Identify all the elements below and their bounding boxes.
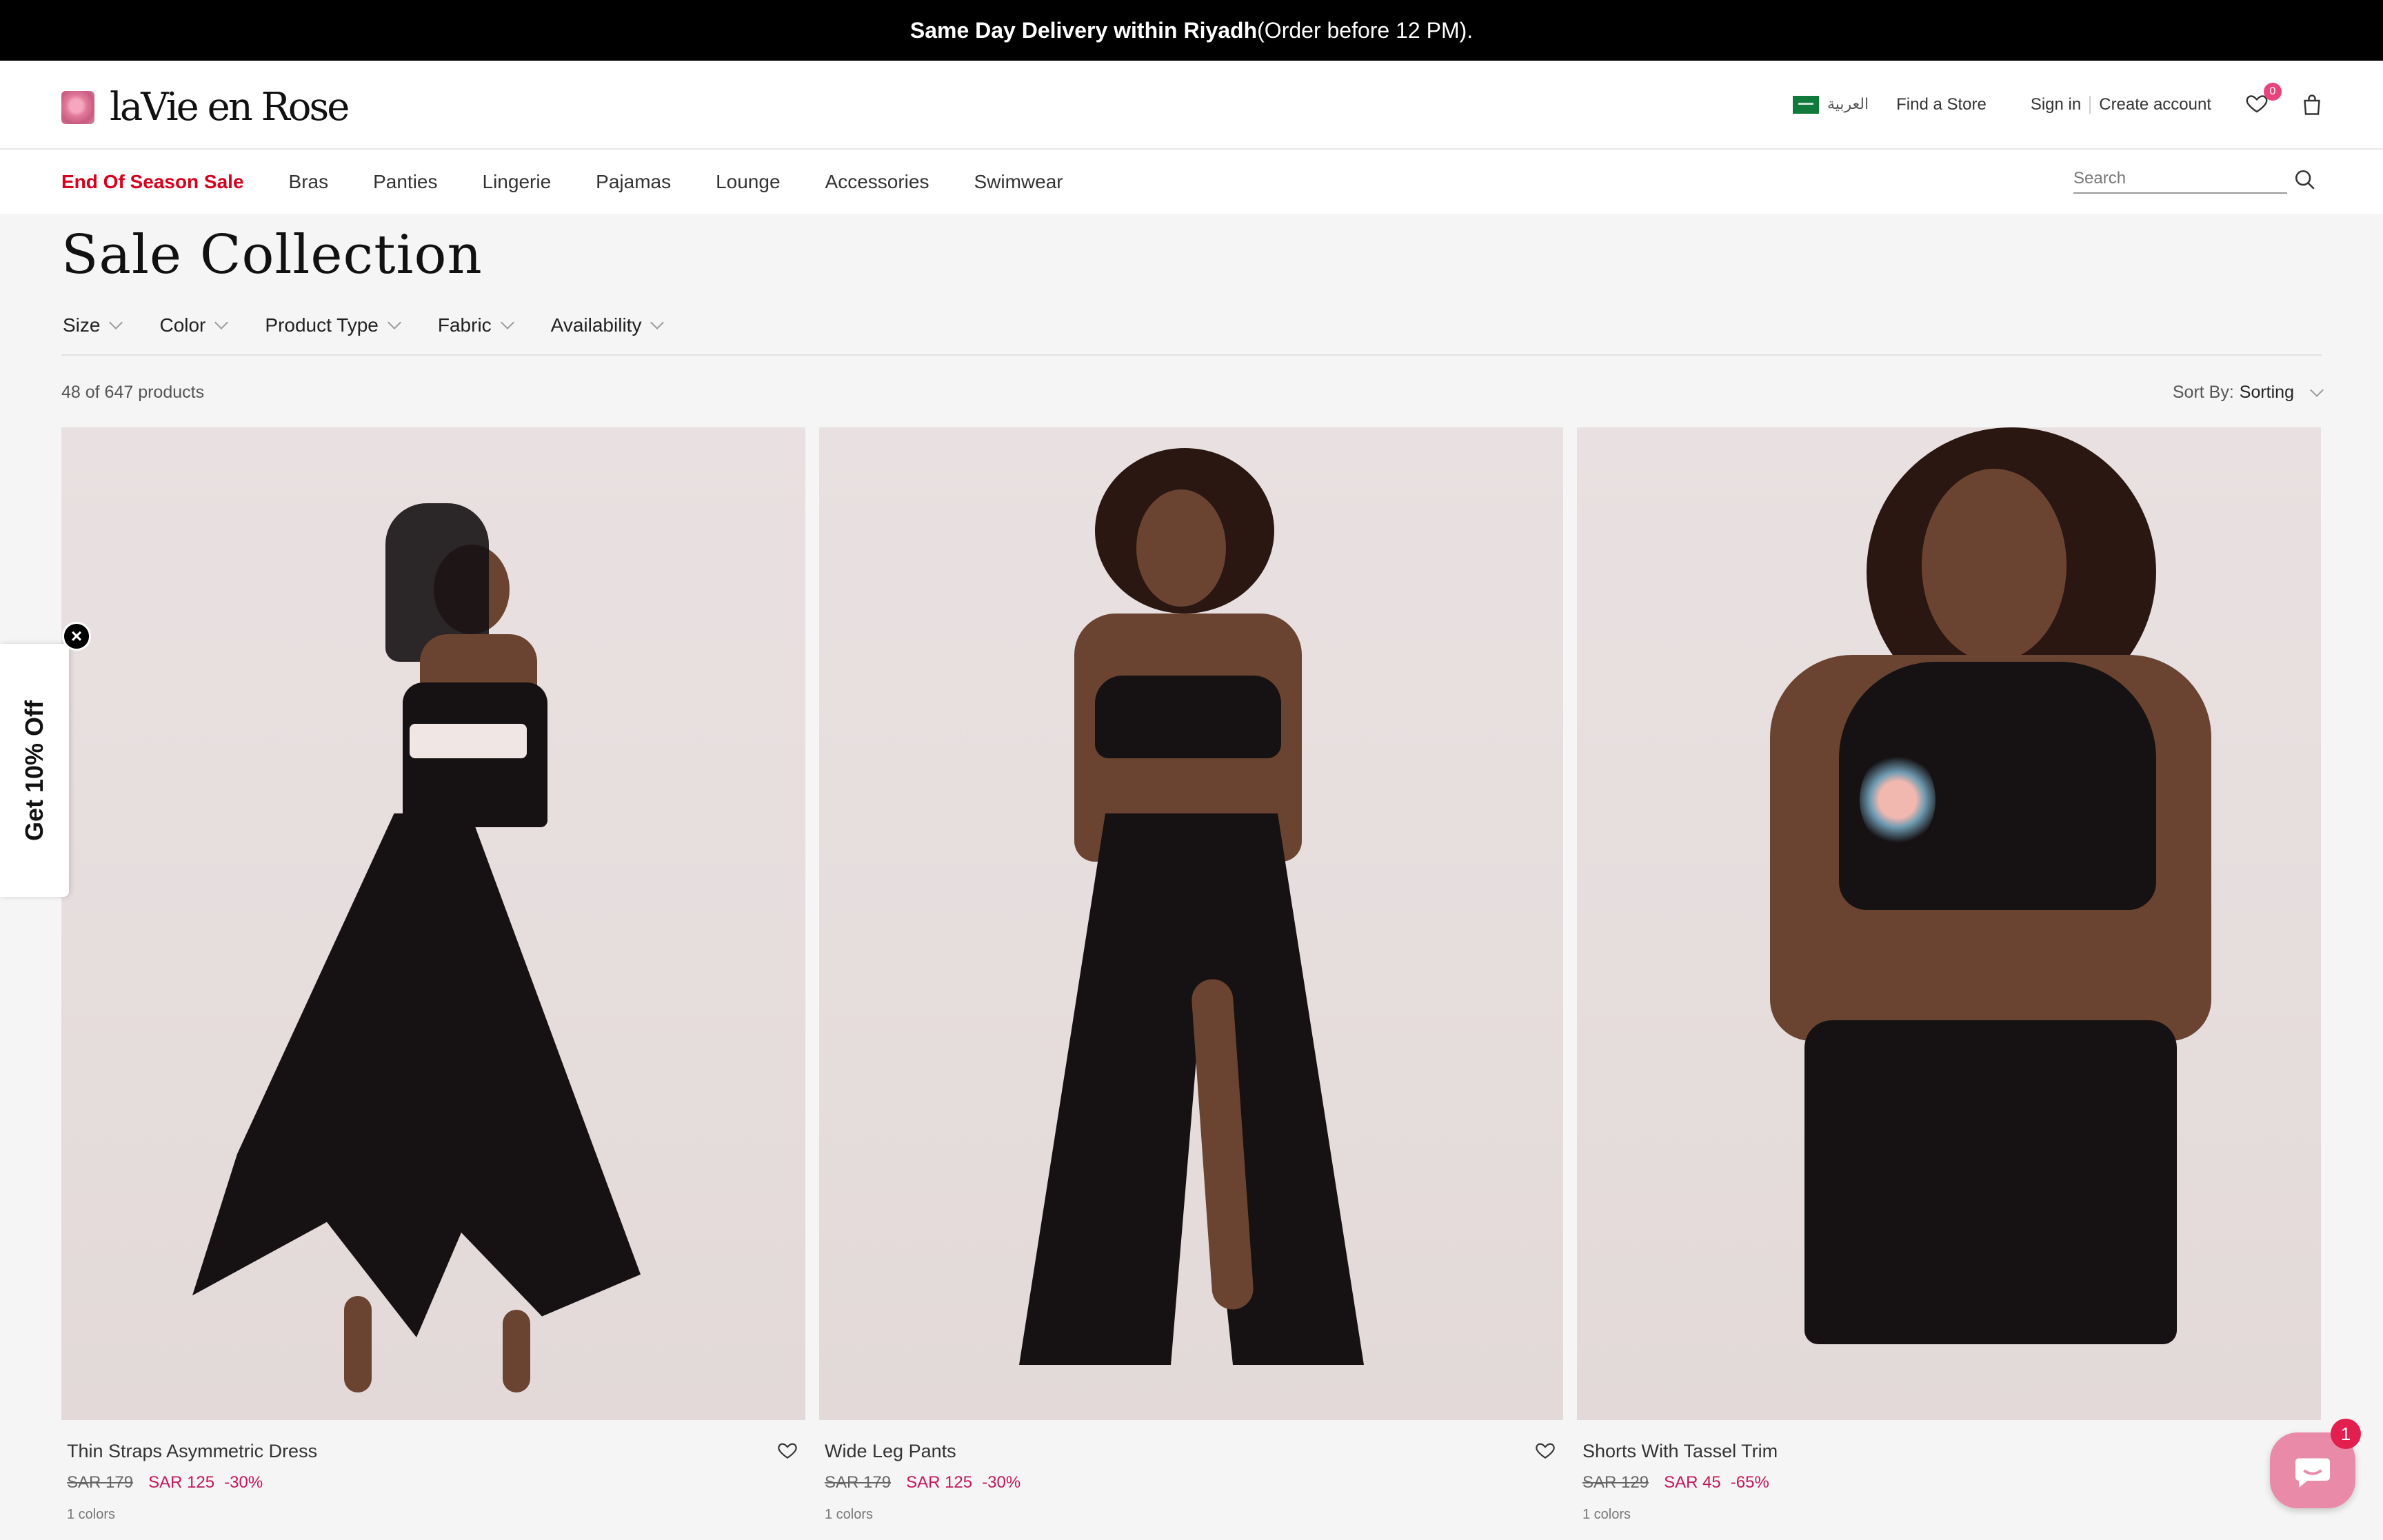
filter-color[interactable]: Color [159,314,229,336]
product-name[interactable]: Thin Straps Asymmetric Dress [67,1441,317,1462]
sign-in-link[interactable]: Sign in [2031,95,2081,114]
search-icon[interactable] [2293,168,2317,192]
sale-price: SAR 45 [1664,1473,1721,1492]
original-price: SAR 179 [67,1473,134,1492]
nav-item-lounge[interactable]: Lounge [716,171,780,193]
product-count: 48 of 647 products [61,383,205,402]
discount-promo-tab[interactable]: Get 10% Off [0,644,69,897]
cart-button[interactable] [2300,92,2324,117]
filter-label: Availability [550,314,642,336]
original-price: SAR 129 [1582,1473,1649,1492]
nav-item-swimwear[interactable]: Swimwear [974,171,1063,193]
page-title: Sale Collection [61,224,483,286]
nav-item-accessories[interactable]: Accessories [825,171,929,193]
close-icon[interactable]: × [62,622,91,651]
discount-badge: -30% [982,1473,1021,1492]
filter-size[interactable]: Size [63,314,123,336]
nav-item-panties[interactable]: Panties [373,171,437,193]
color-count: 1 colors [825,1507,874,1522]
chevron-down-icon [500,316,514,330]
chevron-down-icon [650,316,665,330]
announcement-bold: Same Day Delivery within Riyadh [909,17,1258,43]
product-image[interactable] [1577,427,2321,1420]
color-count: 1 colors [67,1507,116,1522]
create-account-link[interactable]: Create account [2099,95,2211,114]
main-nav: End Of Season Sale Bras Panties Lingerie… [0,150,2383,214]
filter-label: Product Type [265,314,379,336]
sale-price: SAR 125 [148,1473,215,1492]
color-count: 1 colors [1582,1507,1631,1522]
product-card[interactable]: Thin Straps Asymmetric Dress SAR 179 SAR… [61,427,805,1522]
discount-badge: -30% [224,1473,263,1492]
filter-bar: Size Color Product Type Fabric Availabil… [63,314,701,336]
filter-fabric[interactable]: Fabric [437,314,514,336]
product-prices: SAR 179 SAR 125 -30% [67,1473,263,1492]
brand-logo[interactable]: laVie en Rose [61,85,350,130]
wishlist-count-badge: 0 [2264,82,2282,101]
sort-label: Sort By: [2172,383,2234,402]
filter-divider [61,354,2322,356]
heart-icon[interactable] [776,1439,798,1461]
find-store-link[interactable]: Find a Store [1896,95,1987,114]
chat-bubble-icon [2295,1458,2330,1488]
wishlist-button[interactable]: 0 [2244,82,2282,119]
saudi-flag-icon[interactable] [1792,95,1819,114]
nav-item-lingerie[interactable]: Lingerie [483,171,552,193]
filter-label: Size [63,314,101,336]
sort-dropdown[interactable]: Sort By: Sorting [2172,383,2324,403]
filter-label: Fabric [437,314,492,336]
nav-item-sale[interactable]: End Of Season Sale [61,171,244,193]
language-switch[interactable]: العربية [1827,96,1869,113]
header-utilities: العربية Find a Store Sign in Create acco… [1792,61,2324,148]
product-name[interactable]: Shorts With Tassel Trim [1582,1441,1778,1462]
chevron-down-icon [214,316,229,330]
product-card[interactable]: Wide Leg Pants SAR 179 SAR 125 -30% 1 co… [819,427,1563,1522]
promo-text: Get 10% Off [20,700,48,842]
discount-badge: -65% [1730,1473,1769,1492]
product-card[interactable]: Shorts With Tassel Trim SAR 129 SAR 45 -… [1577,427,2321,1522]
nav-item-bras[interactable]: Bras [289,171,329,193]
shopping-bag-icon [2304,94,2320,115]
sort-value: Sorting [2239,383,2294,402]
heart-icon[interactable] [1534,1439,1556,1461]
chat-notification-badge: 1 [2331,1419,2361,1449]
sale-price: SAR 125 [906,1473,973,1492]
logo-text: laVie en Rose [110,85,350,130]
original-price: SAR 179 [825,1473,892,1492]
product-prices: SAR 129 SAR 45 -65% [1582,1473,1769,1492]
rose-logo-icon [61,90,94,124]
announcement-bar: Same Day Delivery within Riyadh (Order b… [0,0,2383,61]
product-image[interactable] [61,427,805,1420]
announcement-rest: (Order before 12 PM). [1257,17,1474,43]
chevron-down-icon [2310,383,2324,397]
product-name[interactable]: Wide Leg Pants [825,1441,956,1462]
site-header: laVie en Rose العربية Find a Store Sign … [0,61,2383,150]
chevron-down-icon [387,316,401,330]
divider [2089,95,2091,114]
product-image[interactable] [819,427,1563,1420]
search-input[interactable]: Search [2073,169,2287,194]
filter-label: Color [159,314,206,336]
filter-availability[interactable]: Availability [550,314,665,336]
product-prices: SAR 179 SAR 125 -30% [825,1473,1020,1492]
chevron-down-icon [109,316,123,330]
nav-item-pajamas[interactable]: Pajamas [596,171,671,193]
filter-product-type[interactable]: Product Type [265,314,401,336]
